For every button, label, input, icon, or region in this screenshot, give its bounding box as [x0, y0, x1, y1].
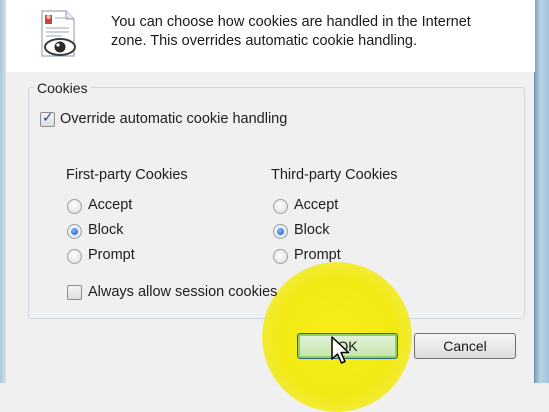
third-party-block-label[interactable]: Block [294, 222, 329, 238]
third-party-prompt-radio[interactable] [273, 249, 288, 264]
first-party-block-label[interactable]: Block [88, 222, 123, 238]
first-party-accept-label[interactable]: Accept [88, 197, 132, 213]
header-description: You can choose how cookies are handled i… [111, 14, 471, 49]
override-cookie-handling-checkbox[interactable] [40, 110, 55, 127]
always-allow-session-cookies-checkbox[interactable] [67, 285, 82, 300]
first-party-prompt-radio[interactable] [67, 249, 82, 264]
third-party-accept-label[interactable]: Accept [294, 197, 338, 213]
third-party-cookies-title: Third-party Cookies [271, 167, 398, 183]
first-party-prompt-label[interactable]: Prompt [88, 247, 135, 263]
third-party-prompt-label[interactable]: Prompt [294, 247, 341, 263]
override-cookie-handling-label[interactable]: Override automatic cookie handling [60, 111, 287, 127]
first-party-cookies-title: First-party Cookies [66, 167, 188, 183]
first-party-accept-radio[interactable] [67, 199, 82, 214]
third-party-accept-radio[interactable] [273, 199, 288, 214]
third-party-block-radio[interactable] [273, 224, 288, 239]
first-party-block-radio[interactable] [67, 224, 82, 239]
advanced-privacy-settings-dialog: You can choose how cookies are handled i… [0, 0, 549, 412]
dialog-header: You can choose how cookies are handled i… [6, 0, 535, 72]
cookies-group-label: Cookies [34, 80, 91, 96]
cancel-button[interactable]: Cancel [414, 333, 516, 359]
mouse-pointer-icon [331, 336, 350, 364]
window-frame-right [534, 0, 549, 383]
always-allow-session-cookies-label[interactable]: Always allow session cookies [88, 284, 277, 300]
privacy-document-eye-icon [41, 10, 76, 57]
